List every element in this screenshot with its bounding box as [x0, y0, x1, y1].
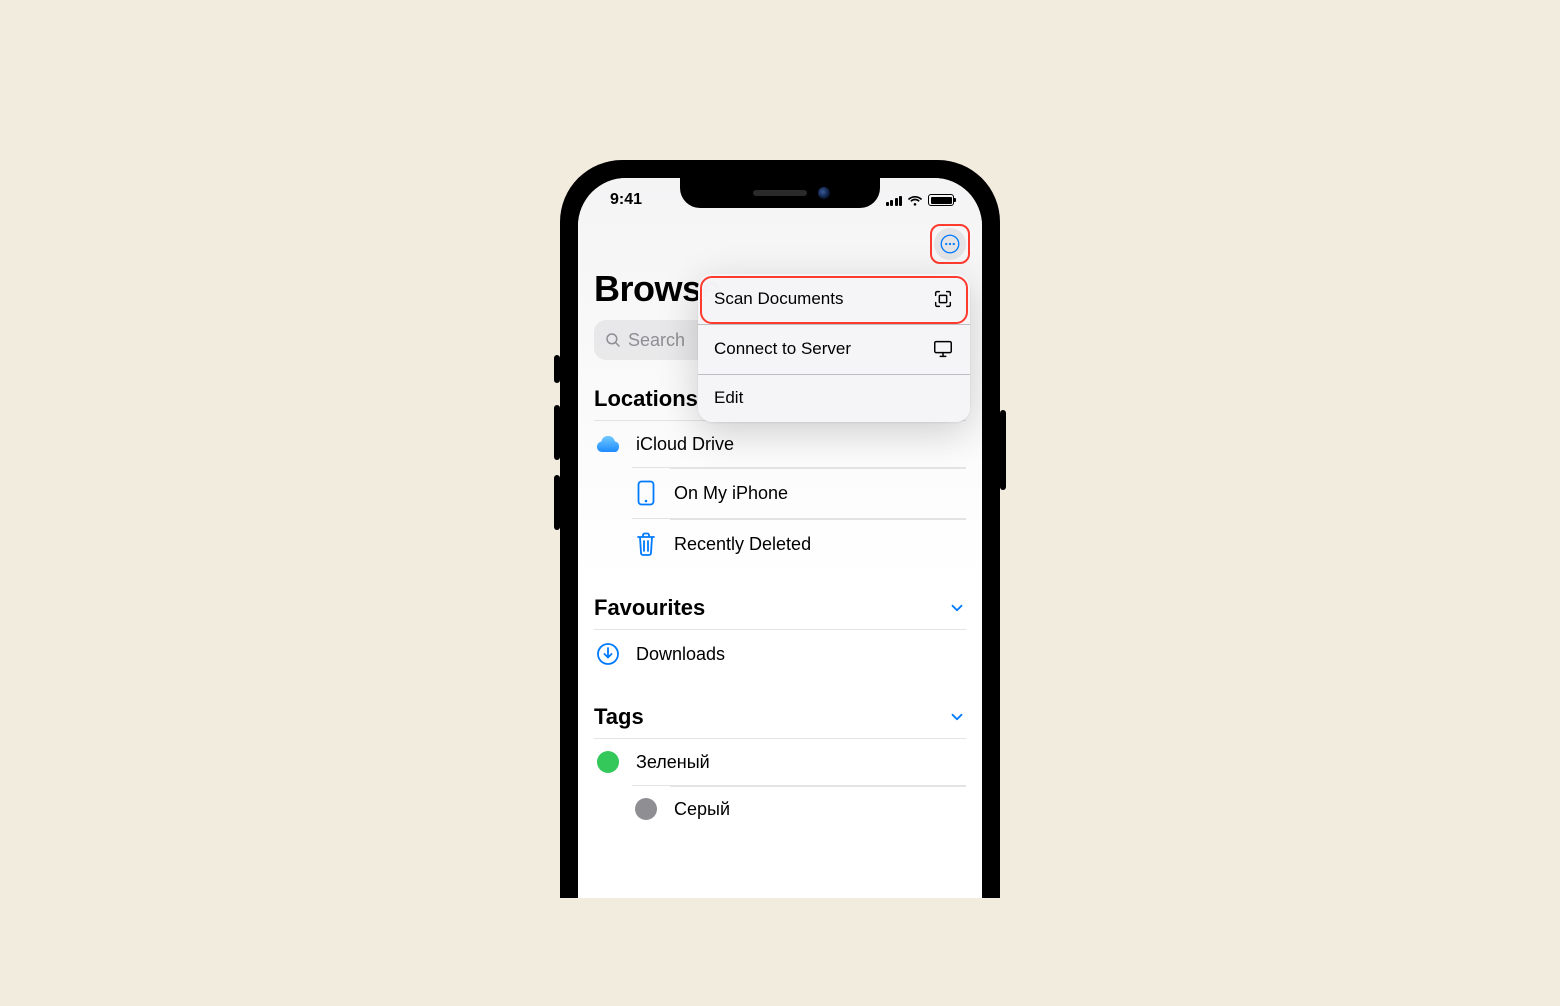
desktop-icon	[932, 338, 954, 360]
iphone-device-frame: 9:41	[560, 160, 1000, 898]
download-icon	[594, 642, 622, 666]
more-options-button[interactable]	[934, 228, 966, 260]
list-item-recently-deleted[interactable]: Recently Deleted	[632, 518, 966, 569]
chevron-down-icon	[948, 599, 966, 617]
list-item-icloud-drive[interactable]: iCloud Drive	[594, 421, 966, 467]
menu-item-edit[interactable]: Edit	[698, 374, 970, 422]
battery-icon	[928, 194, 954, 206]
list-item-tag-grey[interactable]: Серый	[632, 785, 966, 832]
list-item-label: On My iPhone	[674, 483, 788, 504]
icloud-icon	[594, 433, 622, 455]
tag-dot-grey-icon	[635, 798, 657, 820]
status-time: 9:41	[610, 191, 642, 209]
tag-dot-green-icon	[597, 751, 619, 773]
context-menu: Scan Documents Connect to Server Edit	[698, 274, 970, 422]
section-header-label: Locations	[594, 386, 698, 412]
list-item-label: Recently Deleted	[674, 534, 811, 555]
side-button	[1000, 410, 1006, 490]
search-icon	[604, 331, 622, 349]
wifi-icon	[907, 194, 923, 206]
notch	[680, 178, 880, 208]
list-item-label: Downloads	[636, 644, 725, 665]
section-header-favourites[interactable]: Favourites	[594, 595, 966, 621]
list-item-label: Серый	[674, 799, 730, 820]
ellipsis-icon	[940, 234, 960, 254]
list-item-label: iCloud Drive	[636, 434, 734, 455]
menu-item-connect-to-server[interactable]: Connect to Server	[698, 324, 970, 374]
menu-item-label: Edit	[714, 388, 743, 408]
scan-icon	[932, 288, 954, 310]
speaker	[753, 190, 807, 196]
menu-item-label: Connect to Server	[714, 339, 851, 359]
side-button	[554, 355, 560, 383]
chevron-down-icon	[948, 708, 966, 726]
side-button	[554, 405, 560, 460]
list-item-label: Зеленый	[636, 752, 710, 773]
list-item-downloads[interactable]: Downloads	[594, 630, 966, 678]
trash-icon	[632, 531, 660, 557]
cellular-signal-icon	[886, 195, 903, 206]
section-header-label: Favourites	[594, 595, 705, 621]
menu-item-label: Scan Documents	[714, 289, 843, 309]
section-header-label: Tags	[594, 704, 644, 730]
front-camera	[818, 187, 830, 199]
list-item-on-my-iphone[interactable]: On My iPhone	[632, 467, 966, 518]
list-item-tag-green[interactable]: Зеленый	[594, 739, 966, 785]
menu-item-scan-documents[interactable]: Scan Documents	[698, 274, 970, 324]
phone-icon	[632, 480, 660, 506]
screen: 9:41	[578, 178, 982, 898]
section-header-tags[interactable]: Tags	[594, 704, 966, 730]
side-button	[554, 475, 560, 530]
